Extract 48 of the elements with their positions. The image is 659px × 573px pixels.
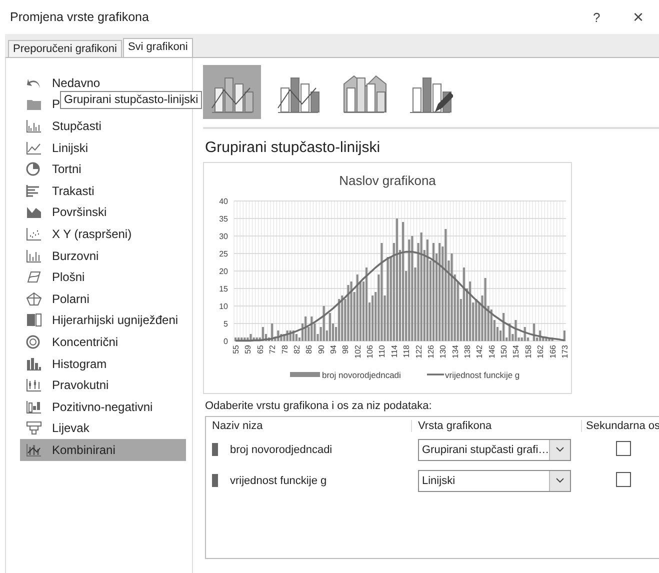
x-tick-label: 114 <box>390 345 399 358</box>
x-tick-label: 102 <box>353 345 362 358</box>
subtype-heading: Grupirani stupčasto-linijski <box>205 139 382 156</box>
y-tick-label: 15 <box>219 284 228 294</box>
y-tick-label: 5 <box>224 320 228 328</box>
x-tick-label: 86 <box>304 345 314 354</box>
x-tick-label: 122 <box>414 345 424 358</box>
x-tick-label: 130 <box>438 345 448 358</box>
x-tick-label: 162 <box>536 345 546 358</box>
x-tick-label: 118 <box>402 345 412 358</box>
y-tick-label: 25 <box>219 250 228 258</box>
column-header: Naziv niza <box>206 420 412 432</box>
x-tick-label: 59 <box>244 345 253 354</box>
y-tick-label: 20 <box>219 267 228 276</box>
tooltip: Grupirani stupčasto-linijski <box>60 91 202 109</box>
x-tick-label: 150 <box>500 345 509 358</box>
x-tick-label: 94 <box>329 345 338 354</box>
x-tick-label: 146 <box>487 345 496 358</box>
x-tick-label: 65 <box>256 345 265 354</box>
x-tick-label: 55 <box>232 345 241 354</box>
x-tick-label: 138 <box>463 345 472 358</box>
x-tick-label: 78 <box>280 345 290 354</box>
series-name: vrijednost funckije g <box>230 474 327 486</box>
x-tick-label: 166 <box>548 345 558 358</box>
x-tick-label: 110 <box>378 345 387 358</box>
x-tick-label: 90 <box>316 345 326 354</box>
x-tick-label: 98 <box>341 345 350 354</box>
chart-title: Naslov grafikona <box>339 173 436 188</box>
legend-label: broj novorodjedncadi <box>322 370 401 380</box>
y-tick-label: 30 <box>219 232 228 241</box>
x-tick-label: 158 <box>524 345 533 358</box>
x-tick-label: 173 <box>560 345 570 358</box>
x-tick-label: 134 <box>450 345 460 358</box>
x-tick-label: 106 <box>366 345 375 358</box>
x-tick-label: 142 <box>475 345 484 358</box>
x-tick-label: 72 <box>268 345 278 354</box>
column-header: Vrsta grafikona <box>412 420 582 432</box>
x-tick-label: 82 <box>292 345 302 354</box>
window-title: Promjena vrste grafikona <box>10 10 150 24</box>
y-tick-label: 35 <box>219 214 228 224</box>
x-tick-label: 154 <box>512 345 521 358</box>
y-tick-label: 40 <box>219 197 228 206</box>
series-prompt: Odaberite vrstu grafikona i os za niz podataka: <box>205 400 433 412</box>
y-tick-label: 0 <box>224 337 228 346</box>
series-name: broj novorodjedncadi <box>230 444 332 456</box>
x-tick-label: 126 <box>426 345 436 358</box>
legend-label: vrijednost funckije g <box>445 370 520 380</box>
y-tick-label: 10 <box>219 302 228 311</box>
